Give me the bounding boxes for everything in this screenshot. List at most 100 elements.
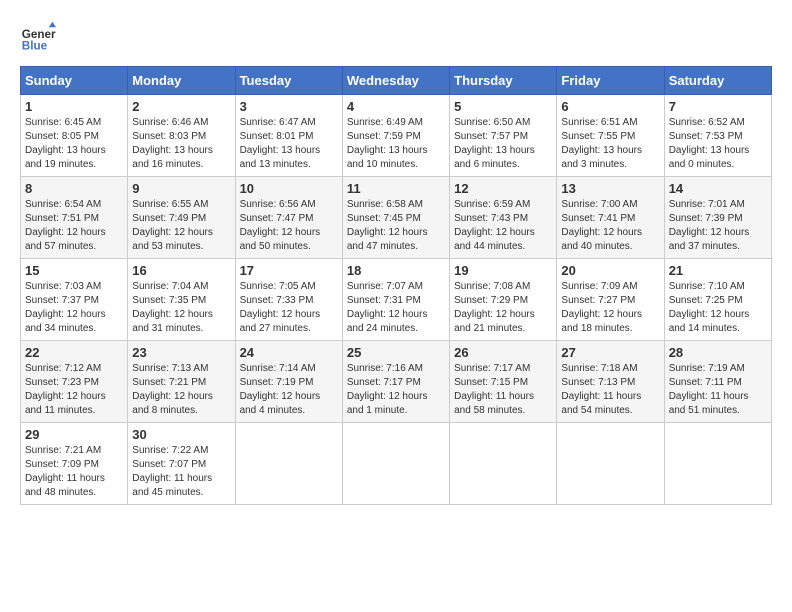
day-number: 7 bbox=[669, 99, 767, 114]
day-number: 18 bbox=[347, 263, 445, 278]
calendar-cell: 16 Sunrise: 7:04 AMSunset: 7:35 PMDaylig… bbox=[128, 259, 235, 341]
calendar-cell: 30 Sunrise: 7:22 AMSunset: 7:07 PMDaylig… bbox=[128, 423, 235, 505]
day-number: 14 bbox=[669, 181, 767, 196]
day-info: Sunrise: 6:54 AMSunset: 7:51 PMDaylight:… bbox=[25, 199, 106, 252]
calendar-cell: 22 Sunrise: 7:12 AMSunset: 7:23 PMDaylig… bbox=[21, 341, 128, 423]
day-info: Sunrise: 6:51 AMSunset: 7:55 PMDaylight:… bbox=[561, 117, 642, 170]
day-number: 26 bbox=[454, 345, 552, 360]
day-number: 24 bbox=[240, 345, 338, 360]
calendar-cell: 29 Sunrise: 7:21 AMSunset: 7:09 PMDaylig… bbox=[21, 423, 128, 505]
calendar-cell: 6 Sunrise: 6:51 AMSunset: 7:55 PMDayligh… bbox=[557, 95, 664, 177]
day-info: Sunrise: 6:59 AMSunset: 7:43 PMDaylight:… bbox=[454, 199, 535, 252]
day-info: Sunrise: 6:52 AMSunset: 7:53 PMDaylight:… bbox=[669, 117, 750, 170]
day-info: Sunrise: 7:07 AMSunset: 7:31 PMDaylight:… bbox=[347, 281, 428, 334]
day-number: 19 bbox=[454, 263, 552, 278]
day-number: 16 bbox=[132, 263, 230, 278]
header-friday: Friday bbox=[557, 67, 664, 95]
day-number: 13 bbox=[561, 181, 659, 196]
page-header: General Blue bbox=[20, 20, 772, 56]
day-info: Sunrise: 7:19 AMSunset: 7:11 PMDaylight:… bbox=[669, 363, 749, 416]
day-info: Sunrise: 6:50 AMSunset: 7:57 PMDaylight:… bbox=[454, 117, 535, 170]
day-info: Sunrise: 7:08 AMSunset: 7:29 PMDaylight:… bbox=[454, 281, 535, 334]
header-wednesday: Wednesday bbox=[342, 67, 449, 95]
day-info: Sunrise: 6:45 AMSunset: 8:05 PMDaylight:… bbox=[25, 117, 106, 170]
header-tuesday: Tuesday bbox=[235, 67, 342, 95]
calendar-cell: 13 Sunrise: 7:00 AMSunset: 7:41 PMDaylig… bbox=[557, 177, 664, 259]
day-info: Sunrise: 7:09 AMSunset: 7:27 PMDaylight:… bbox=[561, 281, 642, 334]
day-number: 2 bbox=[132, 99, 230, 114]
calendar-cell: 7 Sunrise: 6:52 AMSunset: 7:53 PMDayligh… bbox=[664, 95, 771, 177]
day-info: Sunrise: 7:00 AMSunset: 7:41 PMDaylight:… bbox=[561, 199, 642, 252]
calendar-cell bbox=[342, 423, 449, 505]
calendar-week-row: 1 Sunrise: 6:45 AMSunset: 8:05 PMDayligh… bbox=[21, 95, 772, 177]
calendar-table: Sunday Monday Tuesday Wednesday Thursday… bbox=[20, 66, 772, 505]
calendar-cell: 25 Sunrise: 7:16 AMSunset: 7:17 PMDaylig… bbox=[342, 341, 449, 423]
calendar-cell: 15 Sunrise: 7:03 AMSunset: 7:37 PMDaylig… bbox=[21, 259, 128, 341]
day-number: 25 bbox=[347, 345, 445, 360]
day-number: 4 bbox=[347, 99, 445, 114]
day-info: Sunrise: 7:22 AMSunset: 7:07 PMDaylight:… bbox=[132, 445, 212, 498]
day-info: Sunrise: 7:21 AMSunset: 7:09 PMDaylight:… bbox=[25, 445, 105, 498]
calendar-cell: 4 Sunrise: 6:49 AMSunset: 7:59 PMDayligh… bbox=[342, 95, 449, 177]
calendar-cell: 8 Sunrise: 6:54 AMSunset: 7:51 PMDayligh… bbox=[21, 177, 128, 259]
day-info: Sunrise: 7:01 AMSunset: 7:39 PMDaylight:… bbox=[669, 199, 750, 252]
svg-text:Blue: Blue bbox=[22, 40, 48, 53]
calendar-cell: 11 Sunrise: 6:58 AMSunset: 7:45 PMDaylig… bbox=[342, 177, 449, 259]
day-number: 27 bbox=[561, 345, 659, 360]
day-info: Sunrise: 7:04 AMSunset: 7:35 PMDaylight:… bbox=[132, 281, 213, 334]
day-number: 5 bbox=[454, 99, 552, 114]
calendar-cell: 3 Sunrise: 6:47 AMSunset: 8:01 PMDayligh… bbox=[235, 95, 342, 177]
day-info: Sunrise: 7:05 AMSunset: 7:33 PMDaylight:… bbox=[240, 281, 321, 334]
day-number: 30 bbox=[132, 427, 230, 442]
calendar-cell: 24 Sunrise: 7:14 AMSunset: 7:19 PMDaylig… bbox=[235, 341, 342, 423]
calendar-week-row: 22 Sunrise: 7:12 AMSunset: 7:23 PMDaylig… bbox=[21, 341, 772, 423]
weekday-header-row: Sunday Monday Tuesday Wednesday Thursday… bbox=[21, 67, 772, 95]
calendar-cell: 23 Sunrise: 7:13 AMSunset: 7:21 PMDaylig… bbox=[128, 341, 235, 423]
calendar-cell: 18 Sunrise: 7:07 AMSunset: 7:31 PMDaylig… bbox=[342, 259, 449, 341]
day-number: 29 bbox=[25, 427, 123, 442]
calendar-cell: 5 Sunrise: 6:50 AMSunset: 7:57 PMDayligh… bbox=[450, 95, 557, 177]
calendar-cell bbox=[664, 423, 771, 505]
day-info: Sunrise: 7:03 AMSunset: 7:37 PMDaylight:… bbox=[25, 281, 106, 334]
calendar-cell: 20 Sunrise: 7:09 AMSunset: 7:27 PMDaylig… bbox=[557, 259, 664, 341]
logo-icon: General Blue bbox=[20, 20, 56, 56]
calendar-cell: 14 Sunrise: 7:01 AMSunset: 7:39 PMDaylig… bbox=[664, 177, 771, 259]
day-number: 11 bbox=[347, 181, 445, 196]
day-info: Sunrise: 7:13 AMSunset: 7:21 PMDaylight:… bbox=[132, 363, 213, 416]
day-number: 3 bbox=[240, 99, 338, 114]
day-info: Sunrise: 7:12 AMSunset: 7:23 PMDaylight:… bbox=[25, 363, 106, 416]
calendar-cell: 19 Sunrise: 7:08 AMSunset: 7:29 PMDaylig… bbox=[450, 259, 557, 341]
day-info: Sunrise: 6:55 AMSunset: 7:49 PMDaylight:… bbox=[132, 199, 213, 252]
header-saturday: Saturday bbox=[664, 67, 771, 95]
day-number: 15 bbox=[25, 263, 123, 278]
day-info: Sunrise: 7:10 AMSunset: 7:25 PMDaylight:… bbox=[669, 281, 750, 334]
day-info: Sunrise: 6:46 AMSunset: 8:03 PMDaylight:… bbox=[132, 117, 213, 170]
day-number: 12 bbox=[454, 181, 552, 196]
calendar-cell: 17 Sunrise: 7:05 AMSunset: 7:33 PMDaylig… bbox=[235, 259, 342, 341]
day-info: Sunrise: 6:58 AMSunset: 7:45 PMDaylight:… bbox=[347, 199, 428, 252]
day-number: 6 bbox=[561, 99, 659, 114]
calendar-cell: 1 Sunrise: 6:45 AMSunset: 8:05 PMDayligh… bbox=[21, 95, 128, 177]
calendar-cell: 28 Sunrise: 7:19 AMSunset: 7:11 PMDaylig… bbox=[664, 341, 771, 423]
calendar-cell: 12 Sunrise: 6:59 AMSunset: 7:43 PMDaylig… bbox=[450, 177, 557, 259]
day-number: 20 bbox=[561, 263, 659, 278]
day-info: Sunrise: 7:18 AMSunset: 7:13 PMDaylight:… bbox=[561, 363, 641, 416]
day-number: 28 bbox=[669, 345, 767, 360]
calendar-week-row: 8 Sunrise: 6:54 AMSunset: 7:51 PMDayligh… bbox=[21, 177, 772, 259]
calendar-cell: 27 Sunrise: 7:18 AMSunset: 7:13 PMDaylig… bbox=[557, 341, 664, 423]
day-info: Sunrise: 7:17 AMSunset: 7:15 PMDaylight:… bbox=[454, 363, 534, 416]
day-number: 23 bbox=[132, 345, 230, 360]
calendar-cell bbox=[557, 423, 664, 505]
day-number: 10 bbox=[240, 181, 338, 196]
day-info: Sunrise: 7:14 AMSunset: 7:19 PMDaylight:… bbox=[240, 363, 321, 416]
day-info: Sunrise: 6:49 AMSunset: 7:59 PMDaylight:… bbox=[347, 117, 428, 170]
calendar-cell: 2 Sunrise: 6:46 AMSunset: 8:03 PMDayligh… bbox=[128, 95, 235, 177]
calendar-cell bbox=[235, 423, 342, 505]
calendar-cell: 10 Sunrise: 6:56 AMSunset: 7:47 PMDaylig… bbox=[235, 177, 342, 259]
header-sunday: Sunday bbox=[21, 67, 128, 95]
day-number: 22 bbox=[25, 345, 123, 360]
calendar-cell: 9 Sunrise: 6:55 AMSunset: 7:49 PMDayligh… bbox=[128, 177, 235, 259]
day-info: Sunrise: 6:47 AMSunset: 8:01 PMDaylight:… bbox=[240, 117, 321, 170]
header-thursday: Thursday bbox=[450, 67, 557, 95]
day-number: 17 bbox=[240, 263, 338, 278]
